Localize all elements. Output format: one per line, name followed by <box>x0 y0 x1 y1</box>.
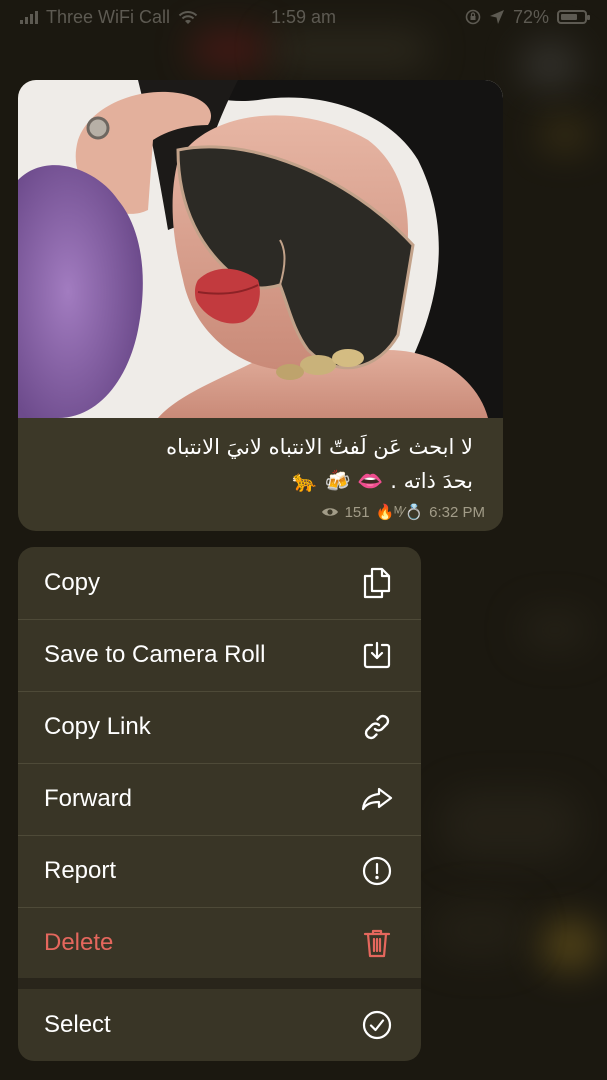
context-menu: Copy Save to Camera Roll Copy Link Forwa… <box>18 547 421 1061</box>
check-circle-icon <box>360 1008 394 1042</box>
battery-icon <box>557 10 590 24</box>
message-bubble[interactable]: لا ابحث عَن لَفتّ الانتباه لانيَ الانتبا… <box>18 80 503 531</box>
status-bar: Three WiFi Call 1:59 am 72% <box>0 0 607 34</box>
menu-label: Report <box>44 857 117 884</box>
menu-label: Save to Camera Roll <box>44 641 266 668</box>
caption-line-2: بحدَ ذاته . 👄 🍻 🐆 <box>291 469 473 493</box>
report-icon <box>360 854 394 888</box>
menu-item-save-to-camera-roll[interactable]: Save to Camera Roll <box>18 619 421 691</box>
menu-item-report[interactable]: Report <box>18 835 421 907</box>
forward-icon <box>360 782 394 816</box>
menu-label: Select <box>44 1011 111 1038</box>
menu-separator <box>18 978 421 989</box>
menu-label: Copy <box>44 569 101 596</box>
copy-icon <box>360 566 394 600</box>
eye-icon <box>321 508 338 516</box>
wifi-icon <box>178 10 198 24</box>
carrier-name: Three WiFi Call <box>46 6 171 27</box>
menu-label: Forward <box>44 785 133 812</box>
message-caption: لا ابحث عَن لَفتّ الانتباه لانيَ الانتبا… <box>34 430 473 498</box>
orientation-lock-icon <box>465 9 481 25</box>
menu-item-select[interactable]: Select <box>18 989 421 1061</box>
trash-icon <box>360 926 394 960</box>
menu-item-copy-link[interactable]: Copy Link <box>18 691 421 763</box>
location-icon <box>489 10 504 24</box>
view-count: 151 <box>344 503 370 521</box>
menu-item-forward[interactable]: Forward <box>18 763 421 835</box>
menu-item-delete[interactable]: Delete <box>18 907 421 979</box>
caption-line-1: لا ابحث عَن لَفتّ الانتباه لانيَ الانتبا… <box>166 435 473 459</box>
link-icon <box>360 710 394 744</box>
signal-icon <box>20 10 38 24</box>
battery-percent: 72% <box>512 6 549 27</box>
message-meta: 151 🔥ᴹ⁄💍 6:32 PM <box>321 503 485 521</box>
menu-label: Copy Link <box>44 713 151 740</box>
status-time: 1:59 am <box>270 6 337 27</box>
menu-label: Delete <box>44 929 114 956</box>
author-signature: 🔥ᴹ⁄💍 <box>375 504 424 521</box>
message-time: 6:32 PM <box>429 503 485 521</box>
message-photo[interactable] <box>18 80 503 418</box>
download-icon <box>360 638 394 672</box>
menu-item-copy[interactable]: Copy <box>18 547 421 619</box>
